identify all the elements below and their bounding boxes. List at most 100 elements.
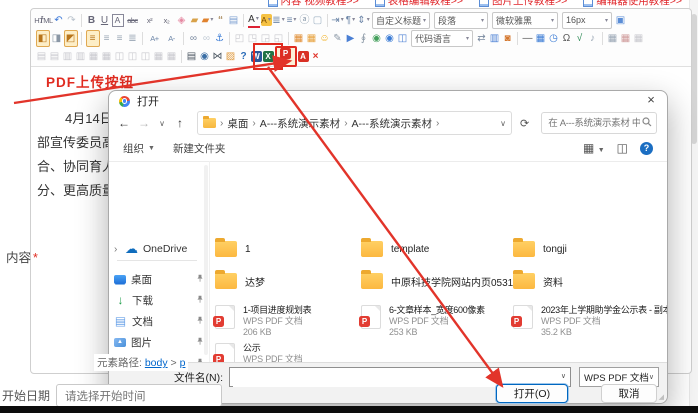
special-characters-icon[interactable]: Ω xyxy=(561,31,573,46)
resize-grip[interactable]: ◢ xyxy=(659,393,664,401)
delete-table-icon[interactable]: ▦ xyxy=(620,31,632,46)
merge-right-icon[interactable]: ◫ xyxy=(127,49,139,64)
align-center-icon[interactable]: ≡ xyxy=(101,31,113,46)
folder-item[interactable]: 达梦 xyxy=(215,273,265,289)
underline-icon[interactable]: U xyxy=(99,13,111,28)
italic-icon[interactable]: I xyxy=(36,13,48,28)
attachment-icon[interactable]: ∮ xyxy=(358,31,370,46)
breadcrumb-segment[interactable]: 桌面 xyxy=(227,116,248,131)
paragraph-select[interactable]: 段落▾ xyxy=(434,12,488,29)
delete-row-icon[interactable]: ▦ xyxy=(88,49,100,64)
delete-col-icon[interactable]: ▦ xyxy=(101,49,113,64)
formula-icon[interactable]: √ xyxy=(574,31,586,46)
breadcrumb-segment[interactable]: A---系统演示素材 xyxy=(260,116,341,131)
pdf-file-item[interactable]: P公示WPS PDF 文档62.2 KB xyxy=(215,343,303,363)
scrawl-icon[interactable]: ✎ xyxy=(332,31,344,46)
page-background-icon[interactable]: ◙ xyxy=(502,31,514,46)
clear-all-icon[interactable]: × xyxy=(310,49,322,64)
table-sort-icon[interactable]: ▥ xyxy=(489,31,501,46)
search-input[interactable] xyxy=(546,114,642,132)
anchor-icon[interactable]: ⚓ xyxy=(214,31,226,46)
folder-item[interactable]: 中原科技学院网站内页0531 xyxy=(361,273,513,289)
unlink-icon[interactable]: ∞ xyxy=(201,31,213,46)
print-icon[interactable]: ▤ xyxy=(186,49,198,64)
horizontal-rule-icon[interactable]: — xyxy=(522,31,534,46)
snapscreen-icon[interactable]: ▨ xyxy=(225,49,237,64)
preview-icon[interactable]: ◉ xyxy=(199,49,211,64)
blockquote-icon[interactable]: “ xyxy=(215,13,227,28)
split-to-cols-icon[interactable]: ▦ xyxy=(166,49,178,64)
insert-date-icon[interactable]: ▦ xyxy=(535,31,547,46)
back-button[interactable]: ← xyxy=(117,116,131,130)
fontsize-decrease-icon[interactable]: A- xyxy=(164,31,180,46)
organize-button[interactable]: 组织▼ xyxy=(123,141,155,156)
insert-link-icon[interactable]: ∞ xyxy=(188,31,200,46)
insert-summary-icon[interactable]: ▤ xyxy=(228,13,240,28)
map-icon[interactable]: ◉ xyxy=(371,31,383,46)
merge-down-icon[interactable]: ◫ xyxy=(140,49,152,64)
split-to-rows-icon[interactable]: ▦ xyxy=(153,49,165,64)
emotion-icon[interactable]: ☺ xyxy=(319,31,331,46)
element-path-p-link[interactable]: p xyxy=(180,357,186,369)
font-color-icon[interactable]: A▾ xyxy=(248,13,260,28)
preview-pane-icon[interactable]: ◫ xyxy=(617,141,628,155)
first-line-indent-icon[interactable]: ◩ xyxy=(64,30,78,47)
insert-video-icon[interactable]: ▶ xyxy=(345,31,357,46)
help-icon[interactable]: ? xyxy=(238,49,250,64)
chevron-down-icon[interactable]: ∨ xyxy=(561,372,566,380)
indent-icon[interactable]: ⇥▾ xyxy=(332,13,344,28)
search-box[interactable] xyxy=(541,112,657,134)
start-date-field[interactable] xyxy=(56,384,222,407)
insert-col-left-icon[interactable]: ▥ xyxy=(62,49,74,64)
custom-title-select[interactable]: 自定义标题▾ xyxy=(372,12,430,29)
clear-doc-icon[interactable]: ▢ xyxy=(312,13,324,28)
sidebar-item-图片[interactable]: ▲图片 xyxy=(114,332,206,352)
highlight-color-icon[interactable]: A▾ xyxy=(261,14,272,26)
unordered-list-icon[interactable]: ≡▾ xyxy=(286,13,298,28)
fontsize-increase-icon[interactable]: A+ xyxy=(147,31,163,46)
close-icon[interactable]: × xyxy=(643,92,659,107)
pdf-file-item[interactable]: P1-项目进度规划表WPS PDF 文档206 KB xyxy=(215,305,311,338)
up-button[interactable]: ↑ xyxy=(173,116,187,130)
breadcrumb[interactable]: ›桌面›A---系统演示素材›A---系统演示素材›∨ xyxy=(197,111,512,135)
pdf-export-icon[interactable]: A xyxy=(298,51,309,62)
align-justify-icon[interactable]: ≣ xyxy=(127,31,139,46)
insert-row-below-icon[interactable]: ▤ xyxy=(49,49,61,64)
help-icon[interactable]: ? xyxy=(640,142,653,155)
font-family-select[interactable]: 微软雅黑▾ xyxy=(492,12,558,29)
tutorial-link[interactable]: 内容 视频教程>> xyxy=(268,0,359,8)
cancel-button[interactable]: 取消 xyxy=(601,384,657,403)
direction-ltr-icon[interactable]: ◧ xyxy=(36,30,50,47)
dialog-titlebar[interactable]: 打开 × xyxy=(109,91,667,111)
table-properties-icon[interactable]: ▦ xyxy=(633,31,645,46)
sidebar-item-文档[interactable]: ▤文档 xyxy=(114,311,206,331)
insert-col-right-icon[interactable]: ▥ xyxy=(75,49,87,64)
sidebar-item-下载[interactable]: ↓下载 xyxy=(114,290,206,310)
undo-icon[interactable]: ↶ xyxy=(53,13,65,28)
auto-typeset-icon[interactable]: ▰▾ xyxy=(202,13,214,28)
folder-item[interactable]: 1 xyxy=(215,241,251,257)
forward-button[interactable]: → xyxy=(137,116,151,130)
pdf-file-item[interactable]: P2023年上学期助学金公示表 - 副本WPS PDF 文档35.2 KB xyxy=(513,305,667,338)
sidebar-item-OneDrive[interactable]: ›☁OneDrive xyxy=(114,239,206,259)
direction-rtl-icon[interactable]: ◨ xyxy=(51,31,63,46)
search-replace-icon[interactable]: ⋈ xyxy=(212,49,224,64)
superscript-icon[interactable]: x² xyxy=(142,13,158,28)
expand-chevron-icon[interactable]: › xyxy=(114,244,120,255)
start-date-input[interactable] xyxy=(63,386,217,407)
view-mode-icon[interactable]: ▦ ▼ xyxy=(583,141,605,155)
redo-icon[interactable]: ↷ xyxy=(66,13,78,28)
baidu-map-icon[interactable]: ◉ xyxy=(384,31,396,46)
insert-time-icon[interactable]: ◷ xyxy=(548,31,560,46)
strikethrough-icon[interactable]: abc xyxy=(125,13,141,28)
format-brush-icon[interactable]: ▰ xyxy=(189,13,201,28)
audio-icon[interactable]: ♪ xyxy=(587,31,599,46)
history-dropdown[interactable]: ∨ xyxy=(157,119,167,128)
pdf-file-item[interactable]: P6-文章样本_宽度600像素WPS PDF 文档253 KB xyxy=(361,305,485,338)
element-path-body-link[interactable]: body xyxy=(145,357,168,369)
line-height-icon[interactable]: ⇕▾ xyxy=(358,13,370,28)
auto-link-icon[interactable]: ⓐ xyxy=(299,13,311,28)
align-right-icon[interactable]: ≡ xyxy=(114,31,126,46)
remove-format-icon[interactable]: ◈ xyxy=(176,13,188,28)
code-language-select[interactable]: 代码语言▾ xyxy=(411,30,473,47)
